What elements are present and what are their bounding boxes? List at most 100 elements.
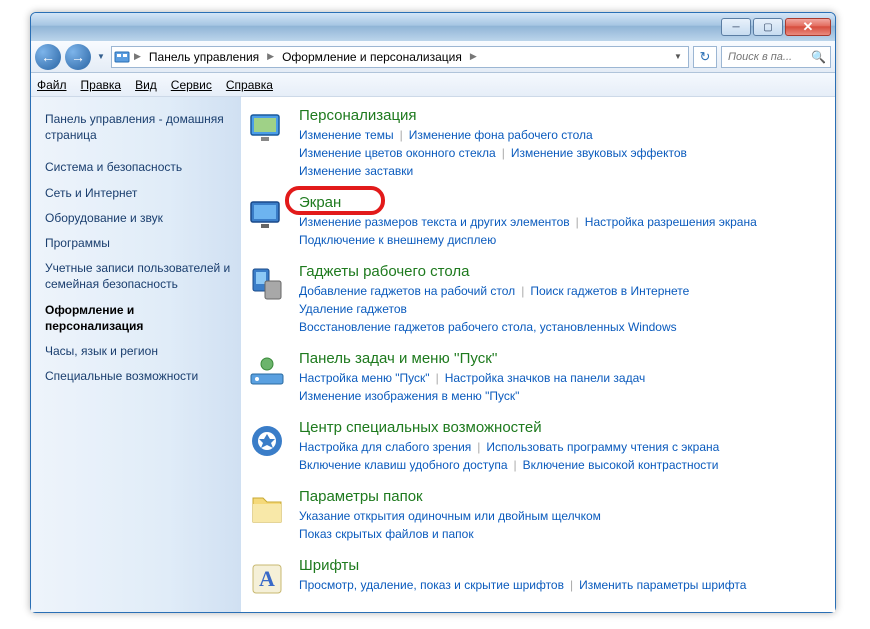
category-title[interactable]: Панель задач и меню ''Пуск''	[299, 350, 498, 367]
minimize-button[interactable]: ─	[721, 18, 751, 36]
sidebar-item[interactable]: Специальные возможности	[45, 368, 231, 384]
category-link[interactable]: Изменение изображения в меню "Пуск"	[299, 389, 519, 403]
sidebar-item[interactable]: Оборудование и звук	[45, 210, 231, 226]
category-link[interactable]: Удаление гаджетов	[299, 302, 407, 316]
category-links: Настройка меню "Пуск"|Настройка значков …	[299, 369, 831, 405]
sidebar-item[interactable]: Программы	[45, 235, 231, 251]
category-link[interactable]: Изменить параметры шрифта	[579, 578, 746, 592]
chevron-right-icon: ▶	[468, 51, 479, 62]
sidebar: Панель управления - домашняя страница Си…	[31, 97, 241, 612]
category-link[interactable]: Настройка для слабого зрения	[299, 440, 471, 454]
category-link[interactable]: Указание открытия одиночным или двойным …	[299, 509, 601, 523]
svg-text:A: A	[259, 566, 275, 591]
chevron-right-icon: ▶	[132, 51, 143, 62]
category: Экран Изменение размеров текста и других …	[245, 194, 831, 249]
address-bar[interactable]: ▶ Панель управления ▶ Оформление и персо…	[111, 46, 689, 68]
category-link[interactable]: Изменение заставки	[299, 164, 413, 178]
link-separator: |	[570, 215, 585, 229]
category-title[interactable]: Шрифты	[299, 557, 359, 574]
category-title[interactable]: Гаджеты рабочего стола	[299, 263, 469, 280]
menu-help[interactable]: Справка	[226, 78, 273, 92]
category-link[interactable]: Включение высокой контрастности	[523, 458, 719, 472]
category-link[interactable]: Изменение звуковых эффектов	[511, 146, 687, 160]
main-content: ПерсонализацияИзменение темы|Изменение ф…	[241, 97, 835, 612]
category-icon	[245, 488, 289, 543]
category-icon	[245, 194, 289, 249]
category: A Шрифты Просмотр, удаление, показ и скрыт…	[245, 557, 831, 599]
menu-tools[interactable]: Сервис	[171, 78, 212, 92]
window-controls: ─ ▢ ✕	[721, 18, 831, 36]
category-link[interactable]: Включение клавиш удобного доступа	[299, 458, 508, 472]
link-separator: |	[496, 146, 511, 160]
link-separator: |	[564, 578, 579, 592]
category-links: Изменение темы|Изменение фона рабочего с…	[299, 126, 831, 180]
category-icon: A	[245, 557, 289, 599]
category-link[interactable]: Использовать программу чтения с экрана	[486, 440, 719, 454]
refresh-button[interactable]: ↻	[693, 46, 717, 68]
menubar: Файл Правка Вид Сервис Справка	[31, 73, 835, 97]
titlebar: ─ ▢ ✕	[31, 13, 835, 41]
category-title[interactable]: Параметры папок	[299, 488, 423, 505]
menu-file[interactable]: Файл	[37, 78, 67, 92]
link-separator: |	[394, 128, 409, 142]
maximize-button[interactable]: ▢	[753, 18, 783, 36]
category-link[interactable]: Восстановление гаджетов рабочего стола, …	[299, 320, 677, 334]
sidebar-home-link[interactable]: Панель управления - домашняя страница	[45, 111, 231, 143]
category-link[interactable]: Настройка меню "Пуск"	[299, 371, 430, 385]
category-title[interactable]: Экран	[299, 194, 341, 211]
category-title[interactable]: Персонализация	[299, 107, 417, 124]
control-panel-window: ─ ▢ ✕ ← → ▼ ▶ Панель управления ▶ Оформл…	[30, 12, 836, 613]
category-links: Указание открытия одиночным или двойным …	[299, 507, 831, 543]
category-link[interactable]: Показ скрытых файлов и папок	[299, 527, 474, 541]
breadcrumb-root[interactable]: Панель управления	[145, 50, 263, 64]
sidebar-item[interactable]: Часы, язык и регион	[45, 343, 231, 359]
nav-history-dropdown[interactable]: ▼	[95, 44, 107, 70]
search-input[interactable]	[726, 50, 806, 64]
category-link[interactable]: Изменение фона рабочего стола	[409, 128, 593, 142]
sidebar-item[interactable]: Сеть и Интернет	[45, 185, 231, 201]
close-button[interactable]: ✕	[785, 18, 831, 36]
control-panel-icon	[114, 49, 130, 65]
category: Панель задач и меню ''Пуск'' Настройка ме…	[245, 350, 831, 405]
menu-view[interactable]: Вид	[135, 78, 157, 92]
category-link[interactable]: Изменение цветов оконного стекла	[299, 146, 496, 160]
sidebar-item[interactable]: Учетные записи пользователей и семейная …	[45, 260, 231, 292]
category: Параметры папок Указание открытия одиночн…	[245, 488, 831, 543]
search-icon[interactable]: 🔍	[811, 50, 826, 64]
category-icon	[245, 350, 289, 405]
category-links: Изменение размеров текста и других элеме…	[299, 213, 831, 249]
category-link[interactable]: Настройка разрешения экрана	[585, 215, 757, 229]
category-title[interactable]: Центр специальных возможностей	[299, 419, 542, 436]
body: Панель управления - домашняя страница Си…	[31, 97, 835, 612]
category-link[interactable]: Подключение к внешнему дисплею	[299, 233, 496, 247]
category-link[interactable]: Изменение размеров текста и других элеме…	[299, 215, 570, 229]
category-links: Настройка для слабого зрения|Использоват…	[299, 438, 831, 474]
category-links: Просмотр, удаление, показ и скрытие шриф…	[299, 576, 831, 594]
category-link[interactable]: Настройка значков на панели задач	[445, 371, 646, 385]
category-icon	[245, 107, 289, 180]
category: Гаджеты рабочего стола Добавление гаджето…	[245, 263, 831, 336]
forward-button[interactable]: →	[65, 44, 91, 70]
sidebar-item[interactable]: Оформление и персонализация	[45, 302, 231, 334]
category: ПерсонализацияИзменение темы|Изменение ф…	[245, 107, 831, 180]
back-button[interactable]: ←	[35, 44, 61, 70]
search-box[interactable]: 🔍	[721, 46, 831, 68]
address-dropdown-icon[interactable]: ▼	[670, 52, 686, 61]
menu-edit[interactable]: Правка	[81, 78, 122, 92]
category-link[interactable]: Просмотр, удаление, показ и скрытие шриф…	[299, 578, 564, 592]
chevron-right-icon: ▶	[265, 51, 276, 62]
link-separator: |	[515, 284, 530, 298]
category-links: Добавление гаджетов на рабочий стол|Поис…	[299, 282, 831, 336]
link-separator: |	[508, 458, 523, 472]
sidebar-item[interactable]: Система и безопасность	[45, 159, 231, 175]
category-icon	[245, 263, 289, 336]
link-separator: |	[471, 440, 486, 454]
category-link[interactable]: Изменение темы	[299, 128, 394, 142]
category-icon	[245, 419, 289, 474]
link-separator: |	[430, 371, 445, 385]
category: Центр специальных возможностей Настройка …	[245, 419, 831, 474]
category-link[interactable]: Поиск гаджетов в Интернете	[530, 284, 689, 298]
navbar: ← → ▼ ▶ Панель управления ▶ Оформление и…	[31, 41, 835, 73]
breadcrumb-current[interactable]: Оформление и персонализация	[278, 50, 466, 64]
category-link[interactable]: Добавление гаджетов на рабочий стол	[299, 284, 515, 298]
